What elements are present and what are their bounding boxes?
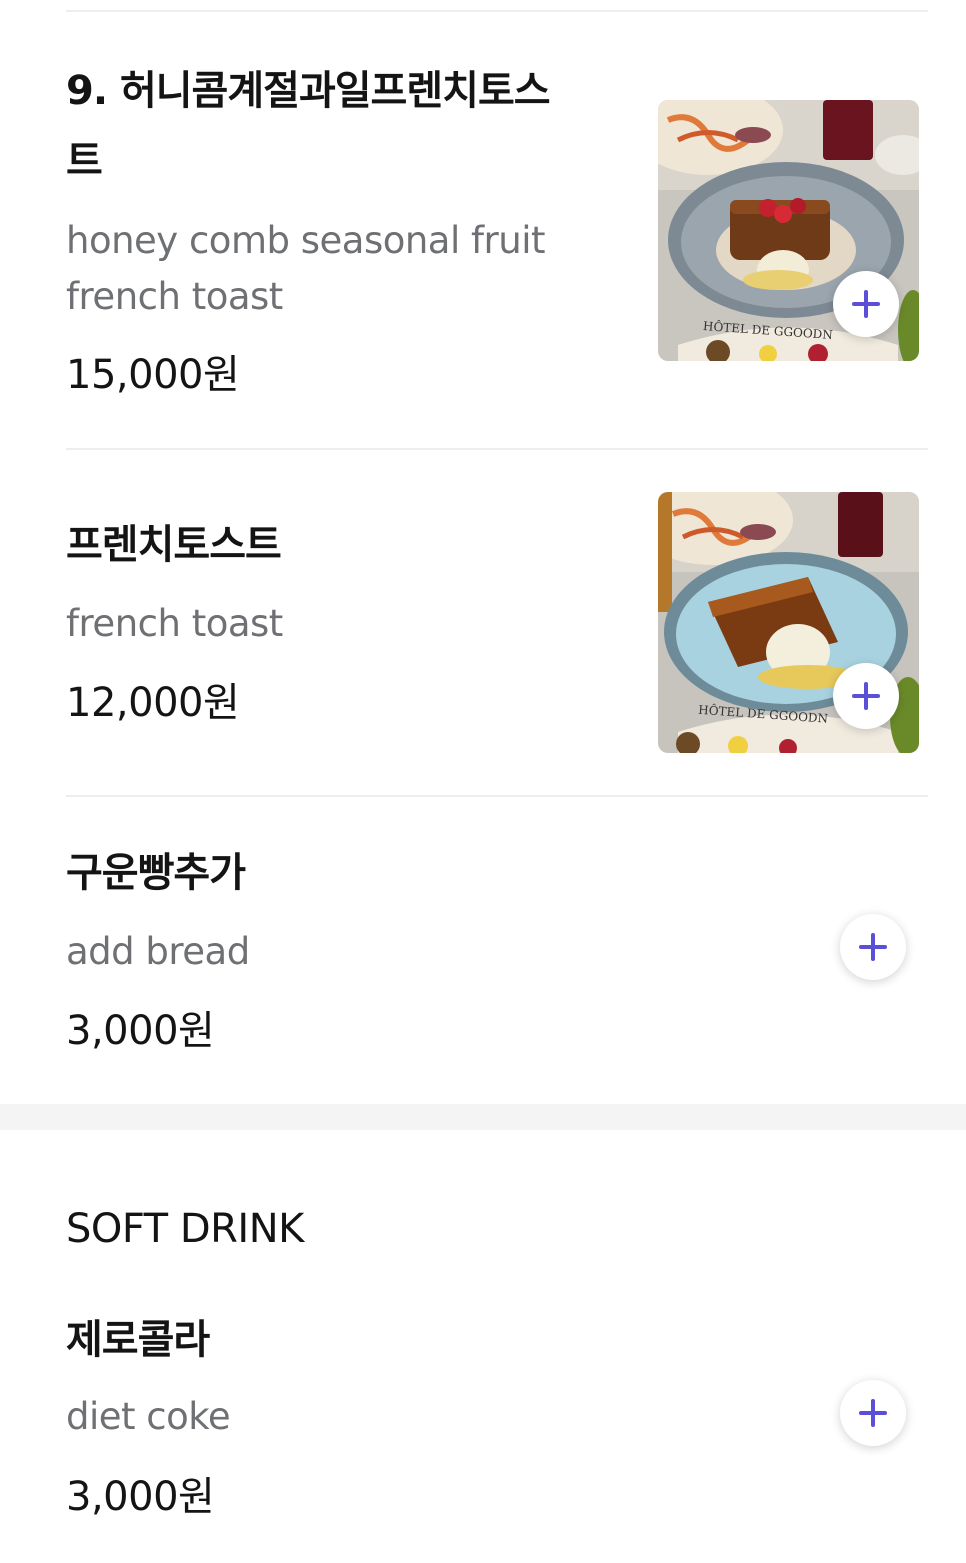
item-description: french toast bbox=[66, 602, 283, 645]
add-item-button[interactable] bbox=[840, 1380, 906, 1446]
item-description: diet coke bbox=[66, 1395, 231, 1438]
item-description: honey comb seasonal fruit french toast bbox=[66, 219, 546, 318]
item-name: 프렌치토스트 bbox=[66, 522, 282, 568]
add-item-button[interactable] bbox=[833, 271, 899, 337]
plus-icon bbox=[859, 933, 887, 961]
plus-icon bbox=[852, 682, 880, 710]
item-price: 3,000원 bbox=[66, 1008, 215, 1054]
add-item-button[interactable] bbox=[833, 663, 899, 729]
menu-item-french-toast[interactable]: 프렌치토스트 french toast 12,000원 HÔTEL DE GGO… bbox=[0, 450, 966, 796]
menu-item-diet-coke[interactable]: 제로콜라 diet coke 3,000원 bbox=[0, 1300, 966, 1563]
plus-icon bbox=[852, 290, 880, 318]
plus-icon bbox=[859, 1399, 887, 1427]
item-price: 15,000원 bbox=[66, 352, 240, 398]
item-price: 12,000원 bbox=[66, 680, 240, 726]
item-price: 3,000원 bbox=[66, 1474, 215, 1520]
menu-item-add-bread[interactable]: 구운빵추가 add bread 3,000원 bbox=[0, 796, 966, 1104]
item-name: 9. 허니콤계절과일프렌치토스 트 bbox=[66, 68, 551, 184]
item-description: add bread bbox=[66, 930, 250, 973]
section-separator bbox=[0, 1104, 966, 1130]
item-name: 제로콜라 bbox=[66, 1317, 210, 1363]
section-title: SOFT DRINK bbox=[66, 1206, 304, 1252]
add-item-button[interactable] bbox=[840, 914, 906, 980]
item-name: 구운빵추가 bbox=[66, 850, 246, 896]
menu-item-honeycomb-french-toast[interactable]: 9. 허니콤계절과일프렌치토스 트 honey comb seasonal fr… bbox=[0, 0, 966, 450]
